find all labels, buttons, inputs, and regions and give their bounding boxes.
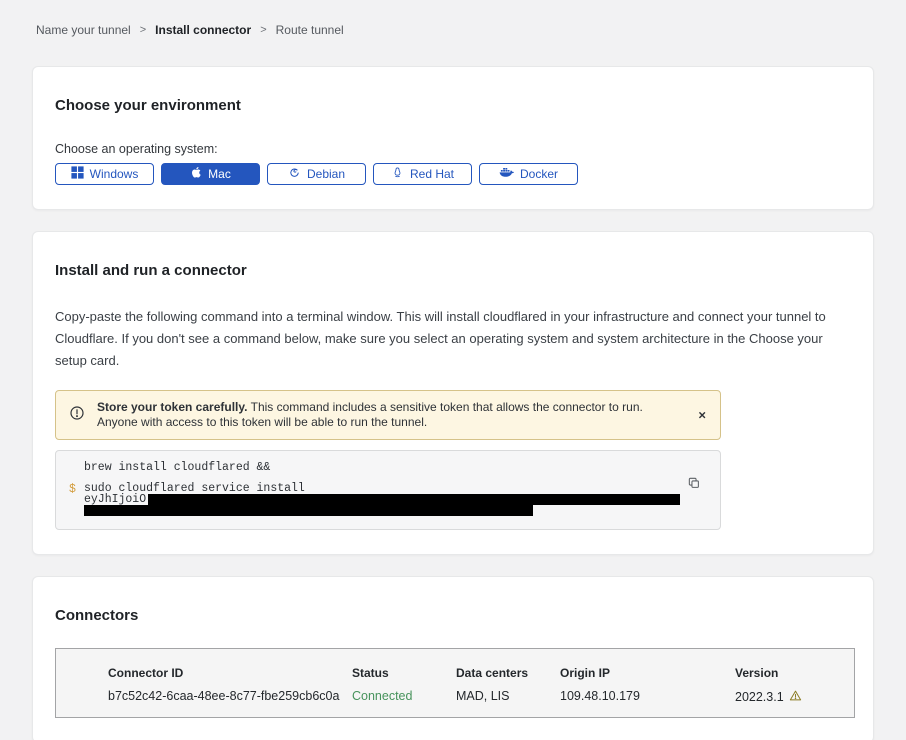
breadcrumb-step-name-tunnel[interactable]: Name your tunnel bbox=[36, 23, 131, 37]
column-header-version: Version bbox=[735, 666, 835, 680]
version-column: Version 2022.3.1 bbox=[735, 666, 835, 717]
command-line-2: sudo cloudflared service install bbox=[84, 483, 680, 494]
os-button-label: Windows bbox=[90, 167, 139, 181]
status-badge: Connected bbox=[352, 689, 456, 703]
windows-icon bbox=[71, 166, 84, 182]
column-header-data-centers: Data centers bbox=[456, 666, 560, 680]
choose-environment-title: Choose your environment bbox=[55, 97, 851, 114]
breadcrumb-separator: > bbox=[260, 24, 266, 36]
connectors-table: Connector ID b7c52c42-6caa-48ee-8c77-fbe… bbox=[55, 648, 855, 718]
version-number: 2022.3.1 bbox=[735, 690, 784, 704]
os-button-label: Red Hat bbox=[410, 167, 454, 181]
token-prefix: eyJhIjoiO bbox=[84, 493, 146, 506]
column-header-connector-id: Connector ID bbox=[108, 666, 352, 680]
os-select-label: Choose an operating system: bbox=[55, 142, 851, 156]
breadcrumb: Name your tunnel > Install connector > R… bbox=[36, 23, 906, 37]
debian-icon bbox=[288, 166, 301, 182]
shell-prompt: $ bbox=[69, 483, 76, 496]
column-header-origin-ip: Origin IP bbox=[560, 666, 735, 680]
docker-icon bbox=[499, 167, 514, 182]
install-connector-card: Install and run a connector Copy-paste t… bbox=[32, 231, 874, 555]
breadcrumb-separator: > bbox=[140, 24, 146, 36]
os-button-windows[interactable]: Windows bbox=[55, 163, 154, 185]
status-column: Status Connected bbox=[352, 666, 456, 717]
warning-triangle-icon bbox=[789, 689, 802, 705]
tunnel-setup-page: Name your tunnel > Install connector > R… bbox=[0, 0, 906, 740]
apple-icon bbox=[190, 166, 202, 182]
token-warning-bold: Store your token carefully. bbox=[97, 400, 248, 414]
connector-id-value: b7c52c42-6caa-48ee-8c77-fbe259cb6c0a bbox=[108, 689, 352, 703]
column-header-status: Status bbox=[352, 666, 456, 680]
data-centers-value: MAD, LIS bbox=[456, 689, 560, 703]
token-warning-text: Store your token carefully. This command… bbox=[97, 400, 686, 430]
os-button-mac[interactable]: Mac bbox=[161, 163, 260, 185]
connectors-card: Connectors Connector ID b7c52c42-6caa-48… bbox=[32, 576, 874, 740]
os-button-label: Debian bbox=[307, 167, 345, 181]
install-connector-title: Install and run a connector bbox=[55, 262, 851, 279]
copy-icon[interactable] bbox=[687, 476, 701, 493]
origin-ip-value: 109.48.10.179 bbox=[560, 689, 735, 703]
redhat-icon bbox=[391, 166, 404, 182]
token-redaction-bar bbox=[148, 494, 680, 505]
os-button-debian[interactable]: Debian bbox=[267, 163, 366, 185]
close-icon[interactable]: × bbox=[696, 407, 708, 424]
breadcrumb-step-install-connector[interactable]: Install connector bbox=[155, 23, 251, 37]
origin-ip-column: Origin IP 109.48.10.179 bbox=[560, 666, 735, 717]
install-command-block: brew install cloudflared && $ sudo cloud… bbox=[55, 450, 721, 530]
command-line-1: brew install cloudflared && bbox=[84, 462, 680, 473]
choose-environment-card: Choose your environment Choose an operat… bbox=[32, 66, 874, 210]
os-button-label: Mac bbox=[208, 167, 231, 181]
token-warning-banner: Store your token carefully. This command… bbox=[55, 390, 721, 440]
breadcrumb-step-route-tunnel[interactable]: Route tunnel bbox=[276, 23, 344, 37]
os-button-redhat[interactable]: Red Hat bbox=[373, 163, 472, 185]
install-description: Copy-paste the following command into a … bbox=[55, 306, 851, 372]
os-button-row: Windows Mac Debian Red Hat bbox=[55, 163, 851, 185]
token-redaction-bar bbox=[84, 505, 533, 516]
alert-circle-icon bbox=[69, 405, 85, 426]
version-value: 2022.3.1 bbox=[735, 689, 835, 705]
command-token-line: eyJhIjoiO bbox=[84, 494, 680, 505]
connectors-title: Connectors bbox=[55, 607, 851, 624]
data-centers-column: Data centers MAD, LIS bbox=[456, 666, 560, 717]
os-button-docker[interactable]: Docker bbox=[479, 163, 578, 185]
os-button-label: Docker bbox=[520, 167, 558, 181]
connector-id-column: Connector ID b7c52c42-6caa-48ee-8c77-fbe… bbox=[108, 666, 352, 717]
